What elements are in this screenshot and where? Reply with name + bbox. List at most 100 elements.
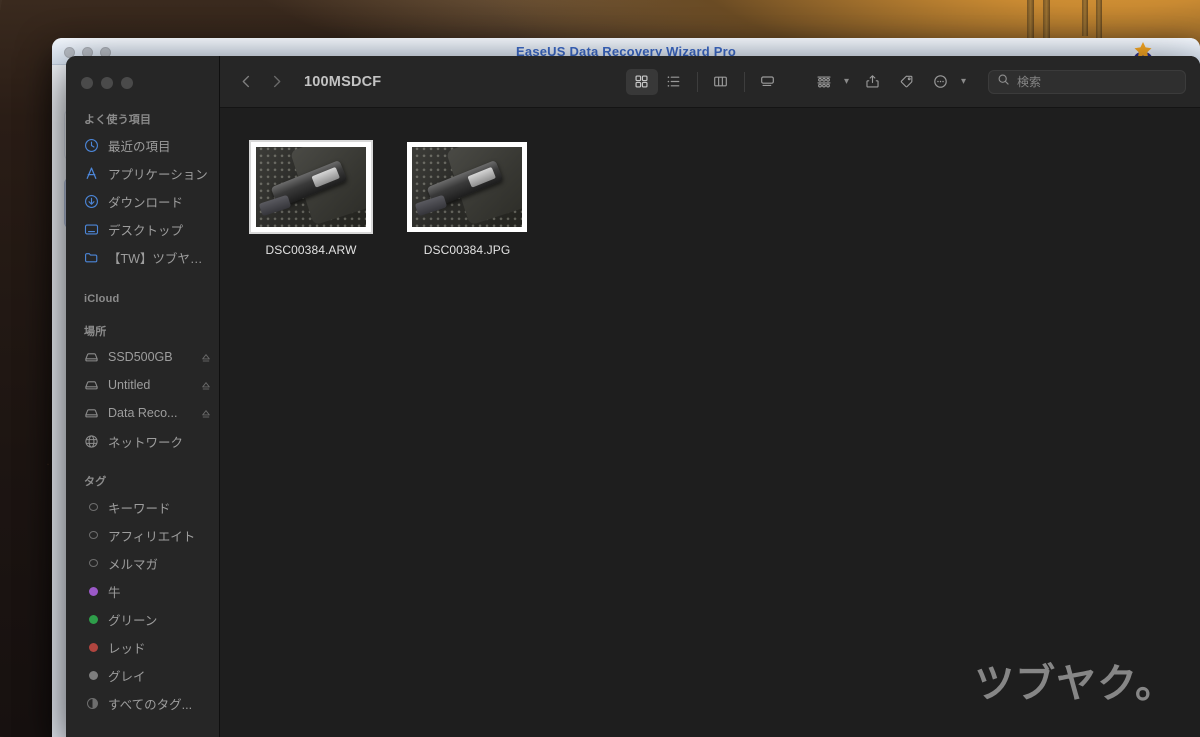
sidebar-item-label: デスクトップ bbox=[108, 223, 184, 238]
tag-dot-icon bbox=[84, 500, 99, 515]
sidebar-tag-purple[interactable]: 牛 bbox=[66, 577, 219, 605]
sidebar-item-label: レッド bbox=[108, 641, 146, 656]
file-item[interactable]: DSC00384.ARW bbox=[234, 136, 388, 257]
sidebar-item-label: ダウンロード bbox=[108, 195, 184, 210]
list-view-button[interactable] bbox=[658, 69, 690, 95]
tag-dot-icon bbox=[84, 584, 99, 599]
file-thumbnail[interactable] bbox=[251, 142, 371, 232]
tag-dot-icon bbox=[84, 668, 99, 683]
sidebar-item-label: すべてのタグ... bbox=[108, 697, 193, 712]
sidebar-item-label: 牛 bbox=[108, 585, 121, 600]
wallpaper-chimney-4 bbox=[1096, 0, 1102, 41]
folder-icon bbox=[84, 250, 99, 265]
finder-traffic-lights bbox=[66, 64, 219, 89]
file-name[interactable]: DSC00384.ARW bbox=[265, 243, 356, 257]
tag-dot-icon bbox=[84, 528, 99, 543]
wallpaper-chimney-1 bbox=[1027, 0, 1034, 40]
sidebar-item-data-recovery[interactable]: Data Reco... bbox=[66, 399, 219, 427]
all-tags-icon bbox=[84, 696, 99, 711]
sidebar-tag-affiliate[interactable]: アフィリエイト bbox=[66, 521, 219, 549]
search-placeholder-text: 検索 bbox=[1017, 75, 1042, 89]
eject-icon[interactable] bbox=[201, 408, 211, 418]
watermark-text: ツブヤク。 bbox=[974, 661, 1176, 707]
clock-icon bbox=[84, 138, 99, 153]
view-mode-group bbox=[625, 68, 784, 95]
photo-usb-flash-drive bbox=[412, 147, 522, 227]
photo-usb-flash-drive bbox=[256, 147, 366, 227]
finder-window[interactable]: よく使う項目 最近の項目 アプリケーション ダウンロード デスクトップ 【TW】… bbox=[66, 56, 1200, 737]
group-items-button[interactable] bbox=[808, 69, 840, 95]
sidebar-section-favorites: よく使う項目 bbox=[84, 114, 152, 126]
finder-toolbar: 100MSDCF ▾ ▾ 検索 bbox=[220, 56, 1200, 108]
column-view-button[interactable] bbox=[705, 69, 737, 95]
eject-icon[interactable] bbox=[201, 380, 211, 390]
chevron-down-icon[interactable]: ▾ bbox=[844, 76, 849, 87]
usb-cap-shape bbox=[414, 194, 448, 217]
close-button[interactable] bbox=[81, 77, 93, 89]
gallery-view-button[interactable] bbox=[752, 69, 784, 95]
sidebar-item-tw-folder[interactable]: 【TW】ツブヤク。 bbox=[66, 243, 219, 271]
sidebar-item-applications[interactable]: アプリケーション bbox=[66, 159, 219, 187]
icon-view-button[interactable] bbox=[625, 68, 658, 95]
sidebar-item-label: SSD500GB bbox=[108, 350, 173, 364]
sidebar-tag-green[interactable]: グリーン bbox=[66, 605, 219, 633]
sidebar-item-label: アプリケーション bbox=[108, 167, 208, 182]
toolbar-divider-1 bbox=[696, 71, 698, 92]
chevron-down-icon-2[interactable]: ▾ bbox=[961, 76, 966, 87]
sidebar-item-ssd500gb[interactable]: SSD500GB bbox=[66, 343, 219, 371]
file-item[interactable]: DSC00384.JPG bbox=[390, 136, 544, 257]
minimize-button[interactable] bbox=[101, 77, 113, 89]
desktop-background: EaseUS Data Recovery Wizard Pro よく使う項目 最… bbox=[0, 0, 1200, 737]
tag-dot-icon bbox=[84, 556, 99, 571]
sidebar-item-label: キーワード bbox=[108, 501, 171, 516]
sidebar-item-recents[interactable]: 最近の項目 bbox=[66, 131, 219, 159]
sidebar-tag-mailmagazine[interactable]: メルマガ bbox=[66, 549, 219, 577]
sidebar-item-desktop[interactable]: デスクトップ bbox=[66, 215, 219, 243]
sidebar-item-untitled[interactable]: Untitled bbox=[66, 371, 219, 399]
eject-icon[interactable] bbox=[201, 352, 211, 362]
wallpaper-chimney-3 bbox=[1082, 0, 1088, 36]
sidebar-item-network[interactable]: ネットワーク bbox=[66, 427, 219, 455]
finder-main-pane: 100MSDCF ▾ ▾ 検索 DSC00384.ARW DSC00384.JP… bbox=[220, 56, 1200, 737]
tag-button[interactable] bbox=[891, 69, 923, 95]
file-name[interactable]: DSC00384.JPG bbox=[424, 243, 511, 257]
applications-icon bbox=[84, 166, 99, 181]
sidebar-item-label: アフィリエイト bbox=[108, 529, 196, 544]
downloads-icon bbox=[84, 194, 99, 209]
file-thumbnail[interactable] bbox=[407, 142, 527, 232]
sidebar-item-label: グレイ bbox=[108, 669, 146, 684]
forward-button[interactable] bbox=[262, 69, 290, 95]
file-grid[interactable]: DSC00384.ARW DSC00384.JPG bbox=[220, 108, 1200, 737]
sidebar-item-label: Data Reco... bbox=[108, 406, 178, 420]
toolbar-divider-2 bbox=[743, 71, 745, 92]
sidebar-section-icloud: iCloud bbox=[84, 293, 120, 305]
network-icon bbox=[84, 434, 99, 449]
sidebar-item-label: 【TW】ツブヤク。 bbox=[108, 251, 211, 266]
sidebar-item-label: 最近の項目 bbox=[108, 139, 171, 154]
breadcrumb-path-title[interactable]: 100MSDCF bbox=[304, 74, 381, 90]
sidebar-section-locations: 場所 bbox=[84, 326, 107, 338]
usb-cap-shape bbox=[258, 194, 292, 217]
sidebar-item-label: ネットワーク bbox=[108, 435, 184, 450]
finder-sidebar: よく使う項目 最近の項目 アプリケーション ダウンロード デスクトップ 【TW】… bbox=[66, 56, 220, 737]
drive-icon bbox=[84, 406, 99, 421]
sidebar-tag-gray[interactable]: グレイ bbox=[66, 661, 219, 689]
sidebar-item-downloads[interactable]: ダウンロード bbox=[66, 187, 219, 215]
sidebar-section-tags: タグ bbox=[84, 476, 107, 488]
tag-dot-icon bbox=[84, 640, 99, 655]
sidebar-item-label: メルマガ bbox=[108, 557, 159, 572]
sidebar-tag-all[interactable]: すべてのタグ... bbox=[66, 689, 219, 717]
sidebar-tag-keyword[interactable]: キーワード bbox=[66, 493, 219, 521]
share-button[interactable] bbox=[857, 69, 889, 95]
more-actions-button[interactable] bbox=[925, 69, 957, 95]
drive-icon bbox=[84, 378, 99, 393]
tag-dot-icon bbox=[84, 612, 99, 627]
sidebar-item-label: グリーン bbox=[108, 613, 158, 628]
desktop-icon bbox=[84, 222, 99, 237]
search-icon bbox=[997, 73, 1010, 91]
sidebar-tag-red[interactable]: レッド bbox=[66, 633, 219, 661]
search-input[interactable]: 検索 bbox=[988, 69, 1186, 94]
back-button[interactable] bbox=[232, 69, 260, 95]
zoom-button[interactable] bbox=[121, 77, 133, 89]
sidebar-item-label: Untitled bbox=[108, 378, 151, 392]
